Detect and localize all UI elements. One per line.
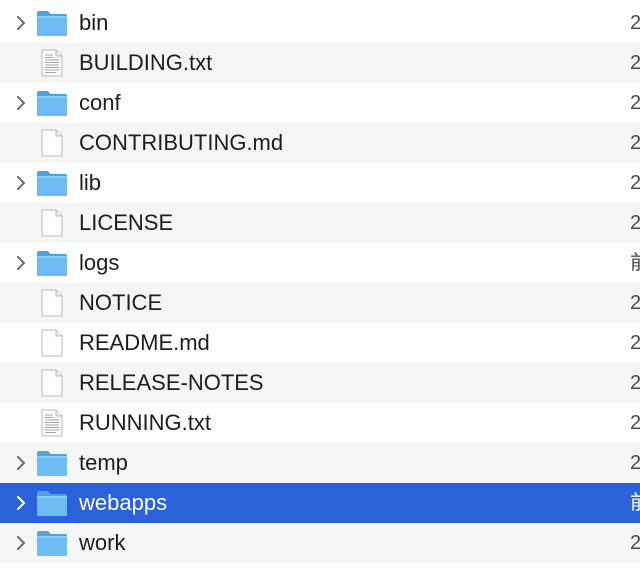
document-icon — [36, 369, 68, 397]
folder-icon — [36, 9, 68, 37]
file-name: LICENSE — [79, 210, 174, 235]
date-modified: 2 — [630, 292, 640, 314]
date-modified: 2 — [630, 52, 640, 74]
date-modified: 2 — [630, 132, 640, 154]
file-name: CONTRIBUTING.md — [79, 130, 284, 155]
folder-icon — [36, 169, 68, 197]
folder-icon — [36, 89, 68, 117]
disclosure-chevron-icon[interactable] — [14, 15, 28, 31]
date-modified: 2 — [630, 172, 640, 194]
date-modified: 2 — [630, 412, 640, 434]
document-icon — [36, 209, 68, 237]
date-modified: 2 — [630, 532, 640, 554]
list-item[interactable]: logs 前 — [0, 243, 640, 283]
list-item[interactable]: work 2 — [0, 523, 640, 563]
document-icon — [36, 289, 68, 317]
list-item[interactable]: BUILDING.txt 2 — [0, 43, 640, 83]
folder-icon — [36, 529, 68, 557]
file-name: NOTICE — [79, 290, 163, 315]
disclosure-chevron-icon[interactable] — [14, 495, 28, 511]
document-icon — [36, 129, 68, 157]
folder-icon — [36, 449, 68, 477]
date-modified: 2 — [630, 92, 640, 114]
file-name: logs — [79, 250, 120, 275]
date-modified: 2 — [630, 12, 640, 34]
date-modified: 2 — [630, 452, 640, 474]
file-name: README.md — [79, 330, 210, 355]
file-name: RUNNING.txt — [79, 410, 211, 435]
list-item[interactable]: RELEASE-NOTES 2 — [0, 363, 640, 403]
list-item[interactable]: LICENSE 2 — [0, 203, 640, 243]
file-name: RELEASE-NOTES — [79, 370, 264, 395]
file-name: conf — [79, 90, 121, 115]
list-item[interactable]: webapps 前 — [0, 483, 640, 523]
disclosure-chevron-icon[interactable] — [14, 255, 28, 271]
text-document-icon — [36, 49, 68, 77]
text-document-icon — [36, 409, 68, 437]
date-modified: 2 — [630, 372, 640, 394]
disclosure-chevron-icon[interactable] — [14, 95, 28, 111]
file-list: bin 2 BUILDING.txt 2 conf 2 CONTRIBUTING.md 2 li… — [0, 3, 640, 563]
list-item[interactable]: temp 2 — [0, 443, 640, 483]
folder-icon — [36, 249, 68, 277]
document-icon — [36, 329, 68, 357]
folder-icon — [36, 489, 68, 517]
date-modified: 2 — [630, 332, 640, 354]
list-item[interactable]: conf 2 — [0, 83, 640, 123]
list-item[interactable]: bin 2 — [0, 3, 640, 43]
disclosure-chevron-icon[interactable] — [14, 175, 28, 191]
list-item[interactable]: CONTRIBUTING.md 2 — [0, 123, 640, 163]
file-name: lib — [79, 170, 102, 195]
list-item[interactable]: lib 2 — [0, 163, 640, 203]
file-name: work — [79, 530, 126, 555]
list-item[interactable]: NOTICE 2 — [0, 283, 640, 323]
date-modified: 前 — [630, 483, 640, 523]
date-modified: 2 — [630, 212, 640, 234]
disclosure-chevron-icon[interactable] — [14, 455, 28, 471]
disclosure-chevron-icon[interactable] — [14, 535, 28, 551]
file-name: webapps — [79, 490, 168, 515]
file-name: temp — [79, 450, 128, 475]
file-name: bin — [79, 10, 109, 35]
list-item[interactable]: README.md 2 — [0, 323, 640, 363]
file-name: BUILDING.txt — [79, 50, 213, 75]
list-item[interactable]: RUNNING.txt 2 — [0, 403, 640, 443]
date-modified: 前 — [630, 243, 640, 283]
